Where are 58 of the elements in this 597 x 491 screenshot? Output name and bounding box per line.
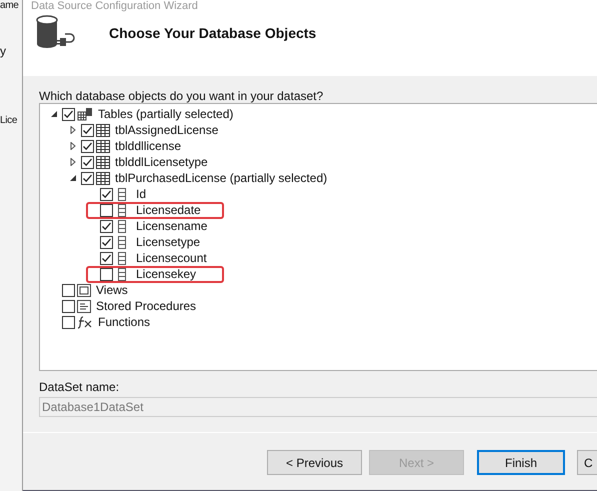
column-icon — [118, 252, 126, 264]
function-icon — [77, 316, 93, 328]
page-heading: Choose Your Database Objects — [109, 25, 316, 41]
tree-item[interactable]: Licensekey — [136, 267, 196, 281]
tree-item[interactable]: Functions — [98, 315, 150, 329]
background-text: Lice — [0, 115, 18, 126]
checkbox[interactable] — [62, 316, 75, 328]
tree-item[interactable]: tblddlLicensetype — [115, 155, 208, 169]
checkbox[interactable] — [81, 140, 94, 152]
tree-item[interactable]: Stored Procedures — [96, 299, 196, 313]
field-label: DataSet name: — [39, 380, 120, 394]
tree-item[interactable]: tblAssignedLicense — [115, 123, 218, 137]
tree-item[interactable]: tblddllicense — [115, 139, 182, 153]
table-icon — [96, 124, 110, 136]
tree-item[interactable]: Views — [96, 283, 128, 297]
checkbox[interactable] — [100, 236, 113, 248]
prompt-label: Which database objects do you want in your dataset? — [39, 89, 324, 103]
tables-icon — [77, 107, 93, 121]
tree-item[interactable]: Licensetype — [136, 235, 200, 249]
checkbox[interactable] — [100, 220, 113, 232]
column-icon — [118, 268, 126, 280]
column-icon — [118, 204, 126, 216]
wizard-button[interactable]: C — [577, 450, 597, 475]
checkbox[interactable] — [81, 124, 94, 136]
background-text: y — [0, 44, 6, 58]
database-plug-icon — [35, 15, 75, 51]
checkbox[interactable] — [81, 172, 94, 184]
expanded-arrow-icon[interactable] — [69, 174, 77, 182]
checkbox[interactable] — [100, 204, 113, 216]
checkbox[interactable] — [100, 268, 113, 280]
tree-item[interactable]: Licensecount — [136, 251, 207, 265]
collapsed-arrow-icon[interactable] — [69, 158, 77, 166]
expanded-arrow-icon[interactable] — [50, 110, 58, 118]
table-icon — [96, 172, 110, 184]
background-text: ame — [0, 0, 19, 11]
checkbox[interactable] — [62, 300, 75, 312]
checkbox[interactable] — [100, 252, 113, 264]
tree-item[interactable]: tblPurchasedLicense (partially selected) — [115, 171, 328, 185]
collapsed-arrow-icon[interactable] — [69, 126, 77, 134]
procedure-icon — [77, 300, 91, 312]
tree-item[interactable]: Licensename — [136, 219, 208, 233]
checkbox[interactable] — [100, 188, 113, 200]
column-icon — [118, 188, 126, 200]
table-icon — [96, 140, 110, 152]
view-icon — [77, 284, 91, 296]
window-title: Data Source Configuration Wizard — [31, 0, 199, 12]
table-icon — [96, 156, 110, 168]
tree-item[interactable]: Licensedate — [136, 203, 201, 217]
tree-item[interactable]: Id — [136, 187, 146, 201]
wizard-button[interactable]: < Previous — [267, 450, 362, 475]
collapsed-arrow-icon[interactable] — [69, 142, 77, 150]
wizard-button[interactable]: Finish — [477, 450, 565, 475]
checkbox[interactable] — [62, 284, 75, 296]
tree-item[interactable]: Tables (partially selected) — [98, 107, 234, 121]
column-icon — [118, 236, 126, 248]
checkbox[interactable] — [81, 156, 94, 168]
column-icon — [118, 220, 126, 232]
checkbox[interactable] — [62, 108, 75, 120]
